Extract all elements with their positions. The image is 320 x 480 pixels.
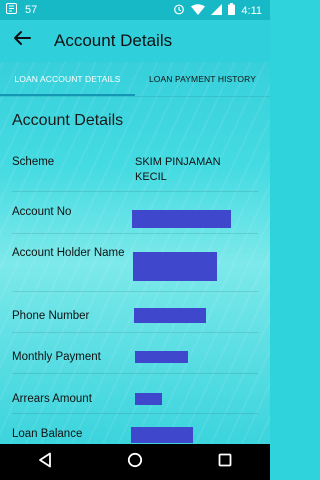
redacted-value xyxy=(131,427,193,443)
detail-label: Phone Number xyxy=(12,310,90,322)
divider xyxy=(0,96,270,97)
wifi-icon xyxy=(191,3,206,18)
detail-label: Scheme xyxy=(12,156,55,168)
detail-row-scheme: Scheme SKIM PINJAMAN KECIL xyxy=(12,140,258,192)
notification-count: 57 xyxy=(25,4,38,16)
alarm-icon xyxy=(173,3,185,18)
tab-label: LOAN PAYMENT HISTORY xyxy=(148,74,257,84)
detail-label: Monthly Payment xyxy=(12,351,101,363)
status-bar: 57 4:11 xyxy=(0,0,270,20)
redacted-value xyxy=(134,308,206,323)
arrow-left-icon xyxy=(13,30,31,51)
detail-row-arrears-amount: Arrears Amount xyxy=(12,374,258,414)
circle-home-icon xyxy=(127,452,143,473)
status-time: 4:11 xyxy=(241,4,262,17)
page-title: Account Details xyxy=(54,31,173,50)
redacted-value xyxy=(132,210,231,228)
square-recents-icon xyxy=(218,453,232,472)
navigation-bar xyxy=(0,444,270,480)
detail-label: Arrears Amount xyxy=(12,393,92,405)
detail-row-phone-number: Phone Number xyxy=(12,292,258,333)
redacted-value xyxy=(135,351,188,363)
detail-value: SKIM PINJAMAN KECIL xyxy=(135,156,221,183)
signal-icon xyxy=(211,3,223,18)
tab-loan-payment-history[interactable]: LOAN PAYMENT HISTORY xyxy=(135,62,270,96)
redacted-value xyxy=(133,252,217,281)
detail-label: Loan Balance xyxy=(12,428,83,440)
section-title: Account Details xyxy=(12,112,124,129)
detail-label: Account Holder Name xyxy=(12,247,125,259)
redacted-value xyxy=(135,393,162,405)
app-bar: Account Details xyxy=(0,20,270,62)
tab-bar: LOAN ACCOUNT DETAILS LOAN PAYMENT HISTOR… xyxy=(0,62,270,96)
tab-loan-account-details[interactable]: LOAN ACCOUNT DETAILS xyxy=(0,62,135,96)
detail-row-account-no: Account No xyxy=(12,192,258,234)
battery-icon xyxy=(228,3,236,18)
detail-row-monthly-payment: Monthly Payment xyxy=(12,333,258,374)
notification-icon xyxy=(6,3,17,17)
back-button[interactable] xyxy=(8,26,36,54)
nav-recents-button[interactable] xyxy=(210,447,240,477)
triangle-back-icon xyxy=(38,452,52,473)
nav-home-button[interactable] xyxy=(120,447,150,477)
details-list: Scheme SKIM PINJAMAN KECIL Account No Ac… xyxy=(12,140,258,449)
tab-label: LOAN ACCOUNT DETAILS xyxy=(14,74,121,84)
detail-row-account-holder-name: Account Holder Name xyxy=(12,234,258,292)
detail-label: Account No xyxy=(12,206,72,218)
nav-back-button[interactable] xyxy=(30,447,60,477)
